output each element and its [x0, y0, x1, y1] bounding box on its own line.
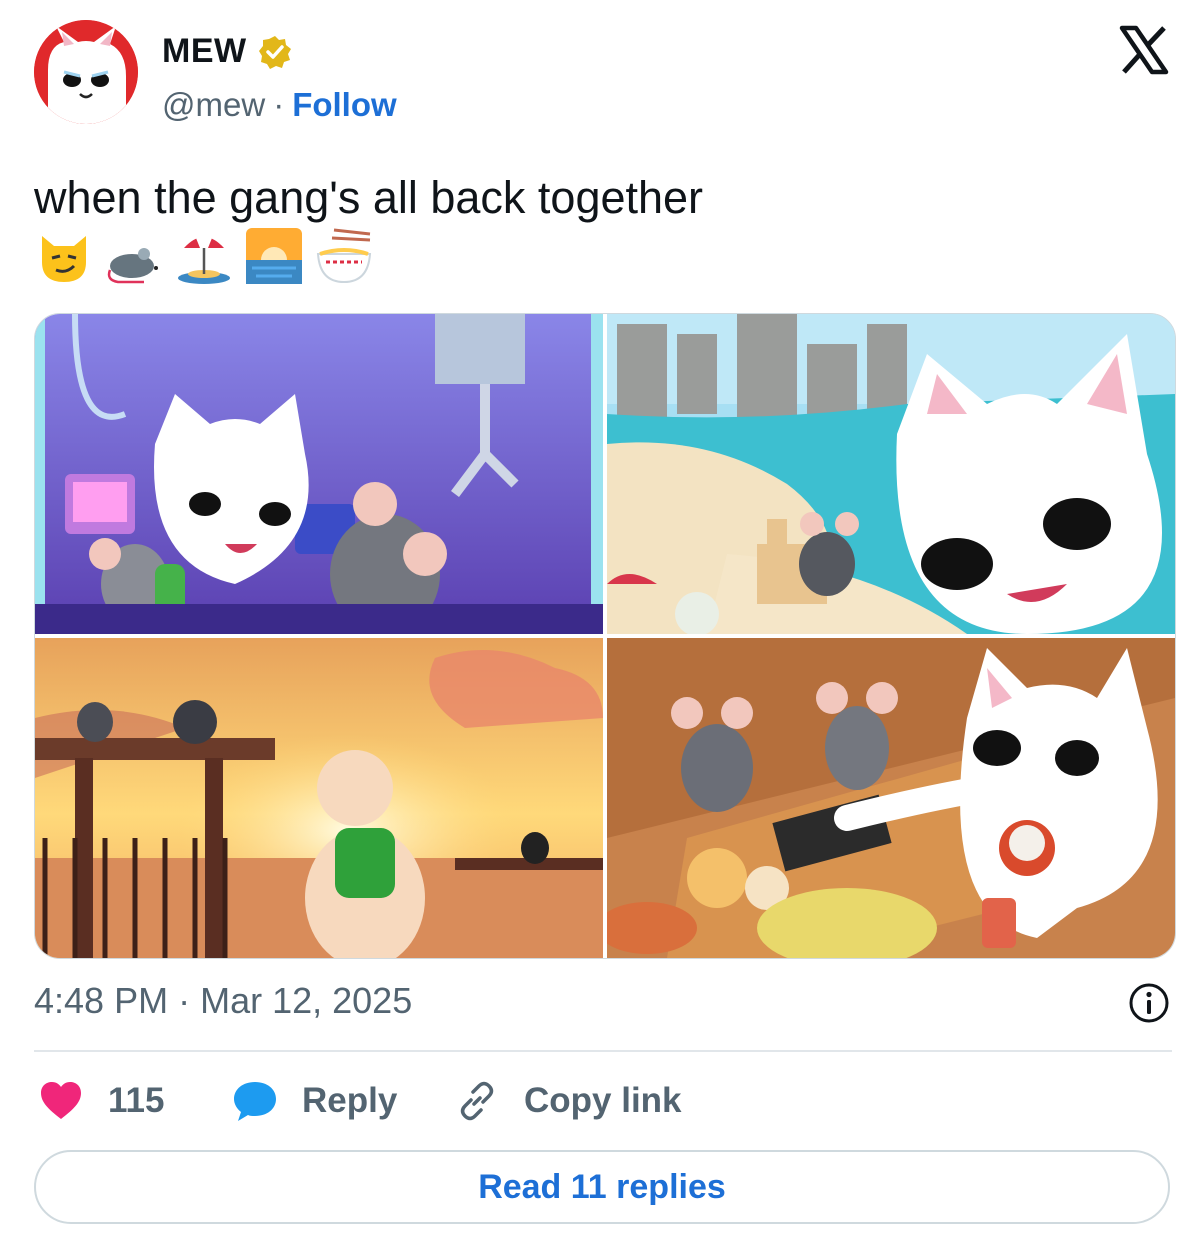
tweet-date[interactable]: Mar 12, 2025: [200, 980, 412, 1022]
smirking-cat-icon: [42, 236, 86, 282]
speech-bubble-icon: [234, 1082, 276, 1121]
media-grid: [34, 313, 1176, 959]
reply-button[interactable]: Reply: [232, 1078, 397, 1124]
like-count: 115: [108, 1081, 165, 1120]
reply-label: Reply: [302, 1081, 398, 1120]
action-bar: 115 Reply Copy link: [34, 1078, 1174, 1126]
ramen-icon: [316, 228, 372, 284]
copy-link-button[interactable]: Copy link: [454, 1078, 682, 1124]
sunrise-icon: [246, 228, 302, 284]
divider: [34, 1050, 1172, 1052]
author-name[interactable]: MEW: [162, 32, 247, 71]
hotpot-dinner-image[interactable]: [607, 638, 1175, 958]
tweet-text: when the gang's all back together: [34, 172, 704, 223]
beach-umbrella-icon: [178, 234, 230, 284]
emoji-row: [34, 226, 374, 286]
verified-badge-icon: [258, 35, 291, 69]
sunset-pier-image[interactable]: [35, 638, 603, 958]
separator: ·: [273, 86, 285, 123]
tweet-time[interactable]: 4:48 PM: [34, 980, 168, 1022]
author-handle[interactable]: @mew: [162, 86, 265, 124]
link-icon: [460, 1081, 494, 1121]
avatar[interactable]: [34, 20, 138, 124]
read-replies-button[interactable]: Read 11 replies: [34, 1150, 1170, 1224]
arcade-claw-machine-image[interactable]: [35, 314, 603, 634]
beach-sandcastle-image[interactable]: [607, 314, 1175, 634]
copy-link-label: Copy link: [524, 1081, 682, 1120]
info-icon[interactable]: [1128, 982, 1170, 1024]
x-logo-icon[interactable]: [1118, 24, 1170, 76]
like-button[interactable]: 115: [38, 1078, 164, 1124]
heart-icon: [41, 1082, 81, 1119]
rat-icon: [107, 248, 158, 284]
separator: ·: [178, 980, 191, 1021]
follow-button[interactable]: Follow: [292, 86, 396, 124]
